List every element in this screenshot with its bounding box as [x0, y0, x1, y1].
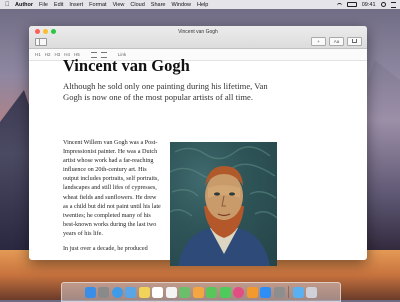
notes-icon[interactable] — [138, 286, 150, 298]
itunes-icon[interactable] — [233, 286, 245, 298]
safari-icon[interactable] — [111, 286, 123, 298]
apple-menu-icon[interactable]:  — [5, 2, 11, 8]
heading-h3-button[interactable]: H3 — [55, 52, 61, 57]
toolbar-right: + Aa — [311, 37, 362, 46]
menu-insert[interactable]: Insert — [69, 2, 83, 8]
photos-icon[interactable] — [192, 286, 204, 298]
window-title: Vincent van Gogh — [178, 29, 218, 35]
menu-window[interactable]: Window — [171, 2, 191, 8]
system-preferences-icon[interactable] — [273, 286, 285, 298]
notification-center-icon[interactable] — [391, 1, 396, 8]
calendar-icon[interactable] — [152, 286, 164, 298]
app-store-icon[interactable] — [260, 286, 272, 298]
facetime-icon[interactable] — [219, 286, 231, 298]
document-subtitle[interactable]: Although he sold only one painting durin… — [63, 81, 273, 103]
font-button[interactable]: Aa — [329, 37, 344, 46]
heading-h2-button[interactable]: H2 — [45, 52, 51, 57]
spotlight-icon[interactable] — [380, 1, 386, 8]
battery-icon[interactable] — [346, 1, 357, 8]
add-button[interactable]: + — [311, 37, 326, 46]
dock-separator — [288, 286, 290, 298]
dock — [61, 282, 341, 302]
launchpad-icon[interactable] — [98, 286, 110, 298]
window-titlebar[interactable]: Vincent van Gogh + Aa — [29, 26, 367, 49]
menu-extras: 09:41 — [336, 1, 396, 8]
menu-edit[interactable]: Edit — [54, 2, 63, 8]
menu-file[interactable]: File — [39, 2, 48, 8]
menu-cloud[interactable]: Cloud — [130, 2, 144, 8]
ibooks-icon[interactable] — [246, 286, 258, 298]
folder-icon[interactable] — [292, 286, 304, 298]
reminders-icon[interactable] — [165, 286, 177, 298]
sidebar-toggle-icon[interactable] — [35, 38, 47, 46]
mail-icon[interactable] — [125, 286, 137, 298]
menu-share[interactable]: Share — [151, 2, 166, 8]
paragraph[interactable]: Vincent Willem van Gogh was a Post-Impre… — [63, 138, 161, 238]
menu-view[interactable]: View — [113, 2, 125, 8]
heading-h1-button[interactable]: H1 — [35, 52, 41, 57]
portrait-artwork — [170, 146, 277, 266]
paragraph[interactable]: In just over a decade, he produced — [63, 244, 161, 253]
app-menu[interactable]: Author — [15, 2, 33, 8]
trash-icon[interactable] — [306, 286, 318, 298]
wifi-icon[interactable] — [336, 2, 342, 7]
document-content[interactable]: Vincent van Gogh Although he sold only o… — [63, 56, 277, 266]
menu-format[interactable]: Format — [89, 2, 106, 8]
menu-help[interactable]: Help — [197, 2, 208, 8]
self-portrait-image[interactable] — [170, 142, 277, 266]
clock[interactable]: 09:41 — [362, 2, 376, 8]
document-title[interactable]: Vincent van Gogh — [63, 56, 273, 76]
document-body[interactable]: Vincent Willem van Gogh was a Post-Impre… — [63, 138, 161, 259]
messages-icon[interactable] — [206, 286, 218, 298]
maps-icon[interactable] — [179, 286, 191, 298]
menu-bar:  Author File Edit Insert Format View Cl… — [0, 0, 400, 9]
share-button[interactable] — [347, 37, 362, 46]
finder-icon[interactable] — [84, 286, 96, 298]
share-icon — [352, 39, 357, 43]
